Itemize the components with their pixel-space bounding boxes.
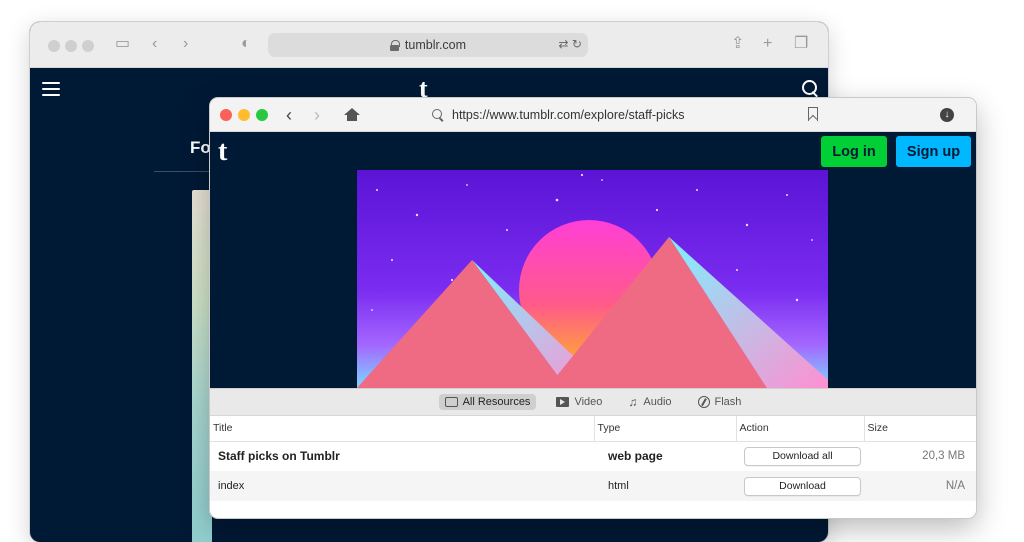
row-action-cell: Download [736, 471, 864, 501]
row-size: 20,3 MB [922, 450, 965, 463]
background-image-card [192, 190, 212, 542]
new-tab-icon[interactable]: + [763, 34, 772, 54]
back-button[interactable]: ‹ [286, 105, 292, 125]
close-button[interactable] [220, 109, 232, 121]
row-action-cell: Download all [736, 441, 864, 471]
filter-video[interactable]: Video [550, 394, 608, 410]
row-size: N/A [864, 471, 976, 501]
filter-label: Audio [643, 396, 672, 408]
menu-icon[interactable] [42, 82, 60, 96]
row-type: web page [608, 449, 663, 464]
minimize-button[interactable] [238, 109, 250, 121]
filter-label: All Resources [462, 396, 531, 408]
lock-icon [389, 40, 400, 51]
audio-icon: ♫ [628, 395, 638, 409]
minimize-dot[interactable] [65, 40, 77, 52]
shield-icon[interactable]: ◐ [241, 34, 251, 54]
forward-button[interactable]: › [314, 105, 320, 125]
forward-chevron-icon[interactable]: › [183, 34, 188, 54]
filter-label: Video [574, 396, 603, 408]
background-toolbar: ▭ ‹ › ◐ tumblr.com ⇄ ↻ ⇪ + ❐ [30, 22, 828, 68]
row-title: Staff picks on Tumblr [218, 449, 340, 464]
flash-icon [697, 396, 710, 408]
zoom-dot[interactable] [82, 40, 94, 52]
background-address-bar[interactable]: tumblr.com ⇄ ↻ [268, 33, 588, 57]
background-heading: Fo [190, 138, 211, 157]
background-address-text: tumblr.com [404, 38, 467, 52]
share-icon[interactable]: ⇪ [731, 34, 744, 54]
resources-table: Title Type Action Size Staff picks on Tu… [210, 416, 976, 501]
video-icon [556, 397, 570, 407]
tabs-overview-icon[interactable]: ❐ [794, 34, 808, 54]
table-row[interactable]: Staff picks on Tumblr web page Download … [210, 441, 976, 471]
filter-flash[interactable]: Flash [692, 394, 748, 410]
resources-icon [444, 397, 458, 407]
sidebar-icon[interactable]: ▭ [115, 34, 130, 54]
url-text: https://www.tumblr.com/explore/staff-pic… [452, 108, 685, 122]
table-row[interactable]: index html Download N/A [210, 471, 976, 501]
signup-button[interactable]: Sign up [896, 136, 971, 167]
back-chevron-icon[interactable]: ‹ [152, 34, 157, 54]
url-field[interactable]: https://www.tumblr.com/explore/staff-pic… [432, 105, 828, 125]
column-header-size[interactable]: Size [863, 416, 976, 442]
divider [154, 171, 214, 172]
zoom-button[interactable] [256, 109, 268, 121]
download-button[interactable]: Download [744, 476, 861, 496]
resource-filter-bar: All Resources Video ♫ Audio Flash [210, 388, 976, 416]
home-icon[interactable] [344, 108, 360, 122]
download-icon[interactable]: ↓ [940, 108, 954, 122]
login-button[interactable]: Log in [821, 136, 887, 167]
table-header: Title Type Action Size [210, 416, 976, 442]
foreground-toolbar: ‹ › https://www.tumblr.com/explore/staff… [210, 98, 976, 132]
foreground-browser-window: ‹ › https://www.tumblr.com/explore/staff… [210, 98, 976, 518]
translate-reload-icons[interactable]: ⇄ ↻ [559, 37, 582, 51]
row-type: html [594, 471, 736, 501]
tumblr-logo[interactable]: t [218, 136, 227, 168]
column-header-type[interactable]: Type [593, 416, 736, 442]
download-all-button[interactable]: Download all [744, 446, 861, 466]
filter-audio[interactable]: ♫ Audio [622, 394, 677, 410]
bookmark-icon[interactable] [808, 107, 818, 121]
column-header-action[interactable]: Action [735, 416, 864, 442]
filter-all-resources[interactable]: All Resources [438, 394, 537, 410]
search-icon [432, 109, 444, 121]
close-dot[interactable] [48, 40, 60, 52]
column-header-title[interactable]: Title [210, 416, 594, 442]
staff-pick-artwork[interactable] [357, 170, 828, 388]
search-icon[interactable] [802, 80, 820, 98]
filter-label: Flash [714, 396, 742, 408]
artwork-image [357, 170, 828, 388]
tumblr-page: t Log in Sign up [210, 132, 976, 388]
row-title: index [210, 471, 594, 501]
